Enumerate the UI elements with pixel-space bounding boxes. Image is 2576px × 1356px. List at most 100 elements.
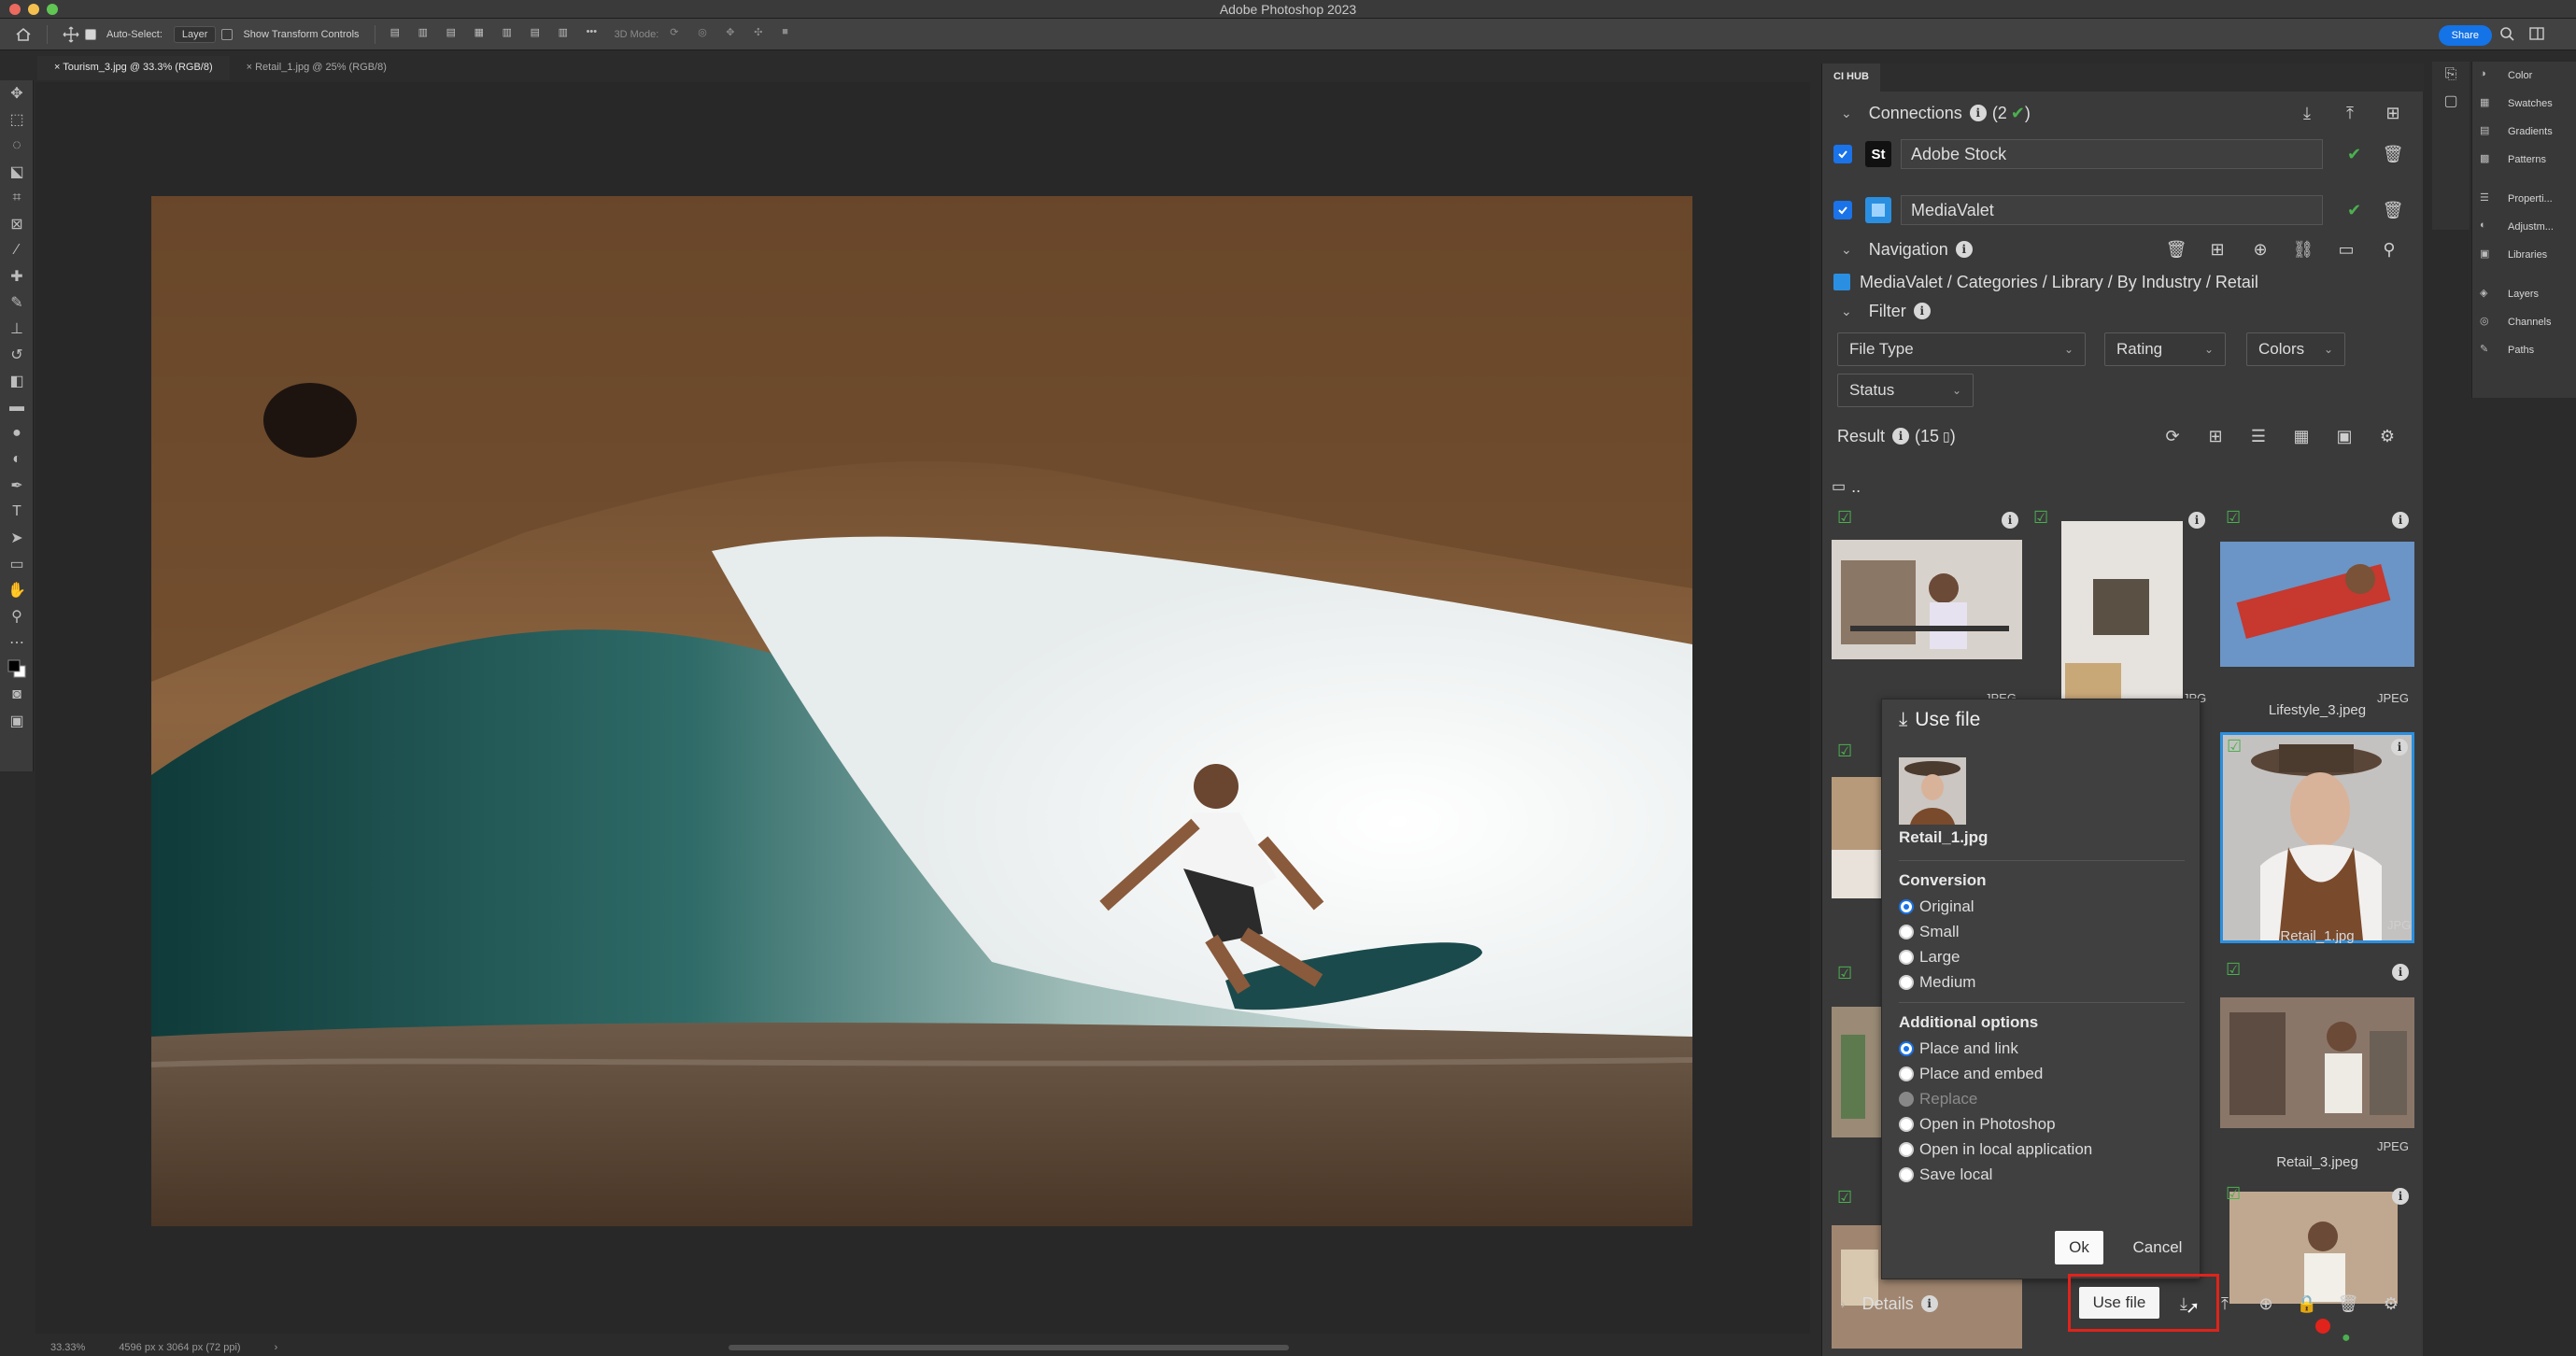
info-icon[interactable]: i: [2391, 739, 2408, 756]
lock-icon[interactable]: 🔒: [2297, 1293, 2317, 1314]
eyedropper-tool-icon[interactable]: ⁄: [0, 237, 34, 263]
more-options-icon[interactable]: •••: [587, 26, 603, 43]
blur-tool-icon[interactable]: ●: [0, 420, 34, 446]
thumbnail-card-partial[interactable]: ☑: [1832, 738, 1882, 915]
zoom-tool-icon[interactable]: ⚲: [0, 603, 34, 629]
thumbnail-card-partial[interactable]: ☑: [1832, 960, 1882, 1184]
path-select-tool-icon[interactable]: ➤: [0, 525, 34, 551]
color-swatches-icon[interactable]: [0, 656, 34, 682]
type-tool-icon[interactable]: T: [0, 499, 34, 525]
panel-layers[interactable]: ◈ Layers: [2472, 280, 2576, 308]
image-view-icon[interactable]: ▣: [2334, 426, 2355, 446]
radio-large[interactable]: Large: [1899, 948, 1960, 967]
status-select[interactable]: Status ⌄: [1837, 374, 1974, 407]
checkbox-mediavalet[interactable]: [1833, 201, 1852, 219]
search-icon[interactable]: ⚲: [2379, 239, 2399, 260]
share-button[interactable]: Share: [2438, 25, 2492, 46]
ok-button[interactable]: Ok: [2055, 1231, 2103, 1264]
radio-place-embed[interactable]: Place and embed: [1899, 1065, 2043, 1083]
dodge-tool-icon[interactable]: ◐: [0, 446, 34, 473]
user-icon[interactable]: ●: [2342, 1330, 2351, 1347]
radio-open-photoshop[interactable]: Open in Photoshop: [1899, 1115, 2056, 1134]
list-view-icon[interactable]: ☰: [2248, 426, 2269, 446]
align-center-icon[interactable]: ▥: [418, 26, 435, 43]
radio-button[interactable]: [1899, 950, 1914, 965]
quick-mask-icon[interactable]: ◙: [0, 682, 34, 708]
align-left-icon[interactable]: ▤: [390, 26, 407, 43]
panel-color[interactable]: ◑ Color: [2472, 62, 2576, 90]
home-icon[interactable]: [15, 26, 32, 43]
document-image[interactable]: [151, 196, 1692, 1226]
distribute-icon[interactable]: ▦: [474, 26, 491, 43]
info-icon[interactable]: i: [1969, 105, 1987, 121]
info-icon[interactable]: i: [2392, 964, 2409, 981]
history-brush-icon[interactable]: ↺: [0, 342, 34, 368]
screen-mode-icon[interactable]: ▣: [0, 708, 34, 734]
chevron-down-icon[interactable]: ⌄: [1841, 304, 1852, 319]
zoom-icon[interactable]: ⊕: [2250, 239, 2271, 260]
search-icon[interactable]: [2499, 26, 2516, 43]
info-icon[interactable]: i: [1955, 241, 1973, 258]
lasso-tool-icon[interactable]: ◌: [0, 133, 34, 159]
auto-select-dropdown[interactable]: Layer: [173, 25, 217, 43]
panel-libraries[interactable]: ▣ Libraries: [2472, 241, 2576, 269]
marquee-tool-icon[interactable]: ⬚: [0, 106, 34, 133]
info-icon[interactable]: i: [2188, 512, 2205, 529]
radio-button[interactable]: [1899, 1167, 1914, 1182]
3d-rotate-icon[interactable]: ⟳: [670, 26, 686, 43]
settings-icon[interactable]: ⚙: [2377, 426, 2398, 446]
thumbnail-card[interactable]: JPEG i ☑: [2220, 504, 2414, 725]
radio-button[interactable]: [1899, 899, 1914, 914]
trash-icon[interactable]: 🗑: [2166, 239, 2187, 260]
stamp-tool-icon[interactable]: ⊥: [0, 316, 34, 342]
info-icon[interactable]: i: [1892, 428, 1910, 445]
trash-icon[interactable]: 🗑: [2383, 200, 2404, 220]
info-icon[interactable]: i: [2002, 512, 2018, 529]
panel-paths[interactable]: ✎ Paths: [2472, 336, 2576, 364]
tab-retail[interactable]: × Retail_1.jpg @ 25% (RGB/8): [230, 56, 403, 80]
shape-tool-icon[interactable]: ▭: [0, 551, 34, 577]
chevron-down-icon[interactable]: ⌄: [1841, 242, 1852, 258]
info-icon[interactable]: i: [2392, 512, 2409, 529]
radio-button[interactable]: [1899, 1117, 1914, 1132]
thumbnail-card-selected[interactable]: JPG i ☑: [2220, 732, 2414, 943]
horizontal-scrollbar[interactable]: [729, 1345, 1289, 1350]
radio-medium[interactable]: Medium: [1899, 973, 1975, 992]
align-right-icon[interactable]: ▤: [446, 26, 463, 43]
auto-select-checkbox[interactable]: [85, 28, 96, 40]
tab-tourism[interactable]: × Tourism_3.jpg @ 33.3% (RGB/8): [37, 56, 230, 80]
brush-tool-icon[interactable]: ✎: [0, 290, 34, 316]
frame-tool-icon[interactable]: ⊠: [0, 211, 34, 237]
chevron-right-icon[interactable]: ›: [275, 1342, 278, 1353]
eraser-tool-icon[interactable]: ◧: [0, 368, 34, 394]
panel-properties[interactable]: ☰ Properti...: [2472, 185, 2576, 213]
chevron-right-icon[interactable]: ›: [1841, 1296, 1846, 1311]
align-middle-icon[interactable]: ▤: [531, 26, 547, 43]
rating-select[interactable]: Rating ⌄: [2104, 332, 2226, 366]
radio-original[interactable]: Original: [1899, 897, 1974, 916]
3d-slide-icon[interactable]: ✣: [754, 26, 771, 43]
radio-button[interactable]: [1899, 975, 1914, 990]
pen-tool-icon[interactable]: ✒: [0, 473, 34, 499]
folder-up-row[interactable]: ▭ ..: [1822, 474, 2424, 499]
radio-open-local[interactable]: Open in local application: [1899, 1140, 2092, 1159]
adobe-stock-field[interactable]: Adobe Stock: [1901, 139, 2323, 169]
hand-tool-icon[interactable]: ✋: [0, 577, 34, 603]
3d-drag-icon[interactable]: ✥: [726, 26, 743, 43]
object-select-tool-icon[interactable]: ⬕: [0, 159, 34, 185]
3d-video-icon[interactable]: ■: [782, 26, 799, 43]
align-top-icon[interactable]: ▥: [502, 26, 519, 43]
panel-patterns[interactable]: ▩ Patterns: [2472, 146, 2576, 174]
gradient-tool-icon[interactable]: ▬: [0, 394, 34, 420]
cancel-button[interactable]: Cancel: [2120, 1231, 2195, 1264]
comment-icon[interactable]: ▢: [2432, 88, 2470, 114]
add-icon[interactable]: ⊞: [2383, 103, 2403, 123]
show-transform-checkbox[interactable]: [221, 28, 234, 40]
radio-place-link[interactable]: Place and link: [1899, 1039, 2018, 1058]
mediavalet-field[interactable]: MediaValet: [1901, 195, 2323, 225]
radio-button[interactable]: [1899, 1066, 1914, 1081]
upload-icon[interactable]: ⤒: [2340, 103, 2360, 123]
workspace-icon[interactable]: [2529, 26, 2546, 43]
edit-toolbar-icon[interactable]: ⋯: [0, 629, 34, 656]
thumbnail-card[interactable]: JPEG i ☑: [1832, 504, 2022, 725]
